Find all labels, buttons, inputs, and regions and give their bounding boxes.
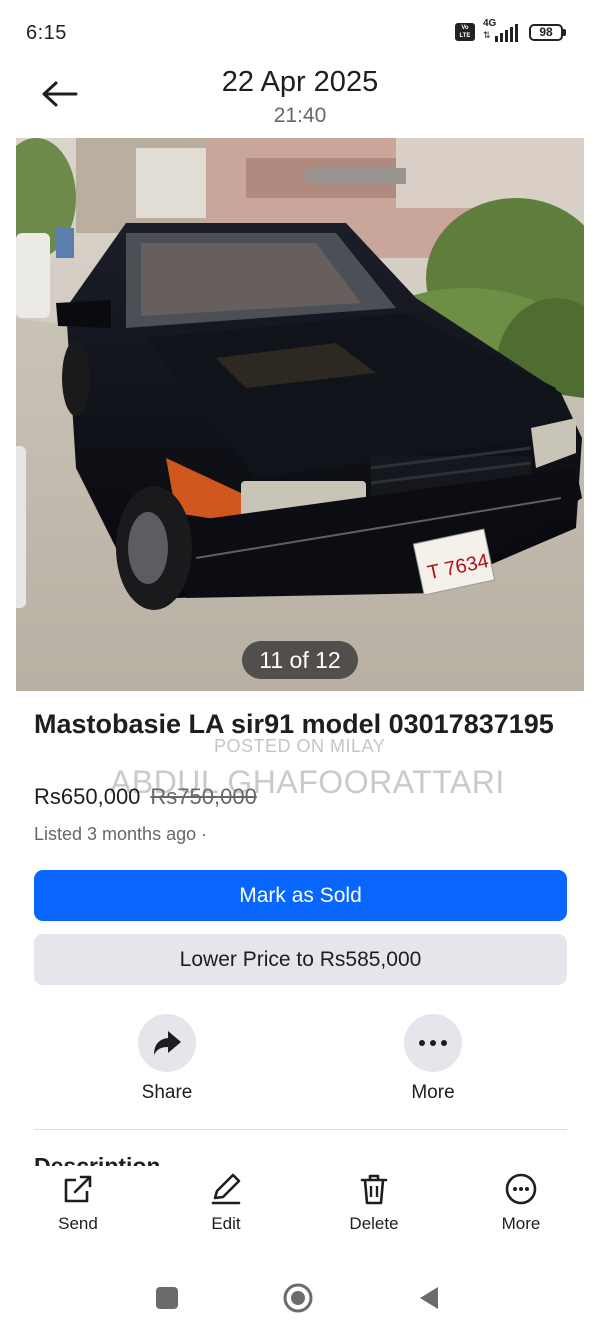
divider: [34, 1129, 567, 1130]
more-circle-icon: [505, 1173, 537, 1205]
system-nav-bar: [0, 1262, 600, 1332]
nav-recents-icon: [156, 1287, 178, 1309]
volte-icon: Vo LTE: [455, 23, 475, 41]
more-button[interactable]: More: [373, 1014, 493, 1104]
photo-counter: 11 of 12: [242, 641, 358, 679]
status-bar: 6:15 Vo LTE 4G ⇅ 98: [0, 0, 600, 66]
nav-back-button[interactable]: [413, 1282, 445, 1314]
send-button[interactable]: Send: [28, 1172, 128, 1234]
bottom-toolbar: Send Edit Delete More: [0, 1166, 600, 1258]
nav-back-icon: [420, 1287, 438, 1309]
share-arrow-icon: [154, 1031, 181, 1055]
edit-label: Edit: [211, 1214, 241, 1233]
send-label: Send: [58, 1214, 98, 1233]
header: 22 Apr 2025 21:40: [0, 60, 600, 134]
more-circle: [404, 1014, 462, 1072]
share-button[interactable]: Share: [107, 1014, 227, 1104]
nav-recents-button[interactable]: [151, 1282, 183, 1314]
watermark-line1: POSTED ON MILAY: [214, 736, 386, 756]
nav-home-button[interactable]: [282, 1282, 314, 1314]
description-heading: Description: [34, 1153, 161, 1166]
header-date: 22 Apr 2025: [221, 66, 379, 98]
signal-icon: 4G ⇅: [483, 18, 521, 42]
price: Rs650,000: [34, 784, 141, 809]
more-dots-icon: [419, 1040, 447, 1046]
status-icons: Vo LTE 4G ⇅ 98: [455, 18, 566, 42]
battery-level: 98: [529, 23, 563, 41]
delete-button[interactable]: Delete: [324, 1172, 424, 1234]
listing-photo[interactable]: T 7634: [16, 138, 584, 691]
lower-price-button[interactable]: Lower Price to Rs585,000: [34, 934, 567, 985]
mark-as-sold-button[interactable]: Mark as Sold: [34, 870, 567, 921]
share-circle: [138, 1014, 196, 1072]
scroll-edge: [16, 446, 26, 608]
more-label: More: [411, 1082, 455, 1103]
header-time: 21:40: [273, 104, 327, 127]
toolbar-more-button[interactable]: More: [471, 1172, 571, 1234]
share-label: Share: [141, 1082, 193, 1103]
toolbar-more-label: More: [501, 1214, 541, 1233]
delete-trash-icon: [360, 1174, 388, 1205]
send-external-icon: [64, 1175, 92, 1203]
nav-home-icon: [283, 1283, 313, 1313]
edit-pencil-icon: [211, 1173, 241, 1205]
status-time: 6:15: [26, 22, 67, 44]
delete-label: Delete: [349, 1214, 399, 1233]
original-price: Rs750,000: [150, 784, 257, 809]
car-photo-image: T 7634: [16, 138, 584, 691]
listed-time: Listed 3 months ago ·: [34, 824, 208, 844]
battery-icon: 98: [529, 23, 566, 41]
price-row: Rs650,000 Rs750,000: [34, 784, 257, 810]
edit-button[interactable]: Edit: [176, 1172, 276, 1234]
